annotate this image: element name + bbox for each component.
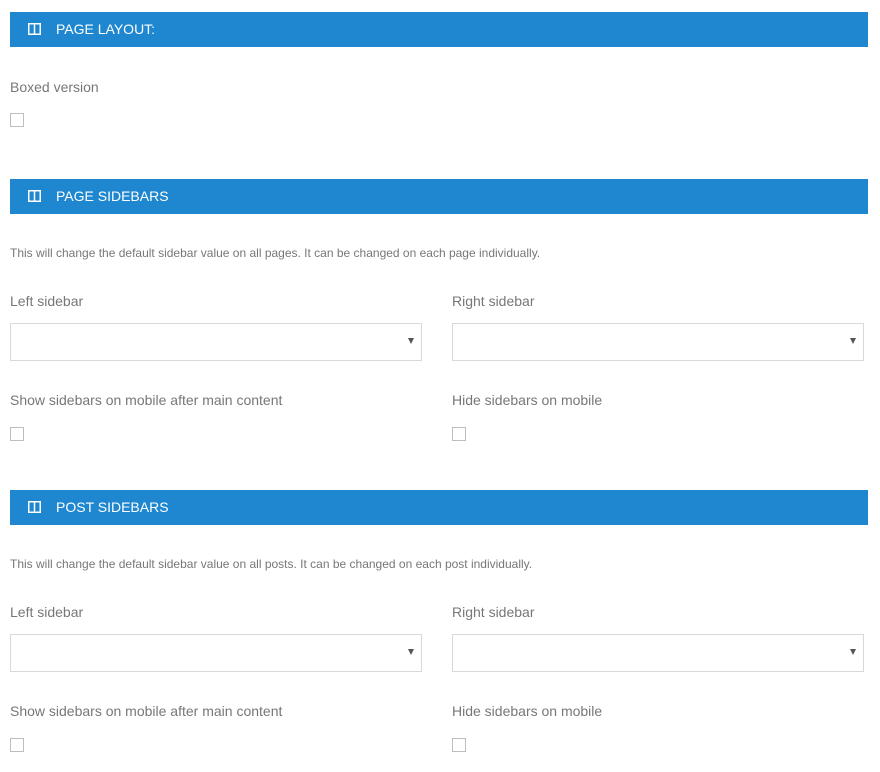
columns-icon (28, 501, 41, 513)
caret-down-icon (850, 338, 856, 344)
page-layout-header: PAGE LAYOUT: (10, 12, 868, 47)
page-layout-title: PAGE LAYOUT: (56, 21, 156, 37)
caret-down-icon (408, 649, 414, 655)
boxed-version-checkbox[interactable] (10, 113, 24, 127)
page-show-mobile-checkbox[interactable] (10, 427, 24, 441)
post-right-sidebar-label: Right sidebar (452, 604, 535, 620)
page-left-sidebar-select[interactable] (10, 323, 422, 361)
page-show-mobile-label: Show sidebars on mobile after main conte… (10, 392, 283, 408)
columns-icon (28, 23, 41, 35)
post-left-sidebar-select[interactable] (10, 634, 422, 672)
post-right-sidebar-select[interactable] (452, 634, 864, 672)
boxed-version-label: Boxed version (10, 79, 99, 95)
page-sidebars-description: This will change the default sidebar val… (10, 246, 541, 260)
post-show-mobile-checkbox[interactable] (10, 738, 24, 752)
post-sidebars-title: POST SIDEBARS (56, 499, 169, 515)
page-hide-mobile-checkbox[interactable] (452, 427, 466, 441)
caret-down-icon (408, 338, 414, 344)
page-left-sidebar-label: Left sidebar (10, 293, 84, 309)
post-hide-mobile-checkbox[interactable] (452, 738, 466, 752)
post-sidebars-description: This will change the default sidebar val… (10, 557, 533, 571)
post-hide-mobile-label: Hide sidebars on mobile (452, 703, 603, 719)
page-hide-mobile-label: Hide sidebars on mobile (452, 392, 603, 408)
columns-icon (28, 190, 41, 202)
page-right-sidebar-select[interactable] (452, 323, 864, 361)
page-sidebars-header: PAGE SIDEBARS (10, 179, 868, 214)
post-show-mobile-label: Show sidebars on mobile after main conte… (10, 703, 283, 719)
post-left-sidebar-label: Left sidebar (10, 604, 84, 620)
page-sidebars-title: PAGE SIDEBARS (56, 188, 169, 204)
post-sidebars-header: POST SIDEBARS (10, 490, 868, 525)
caret-down-icon (850, 649, 856, 655)
page-right-sidebar-label: Right sidebar (452, 293, 535, 309)
